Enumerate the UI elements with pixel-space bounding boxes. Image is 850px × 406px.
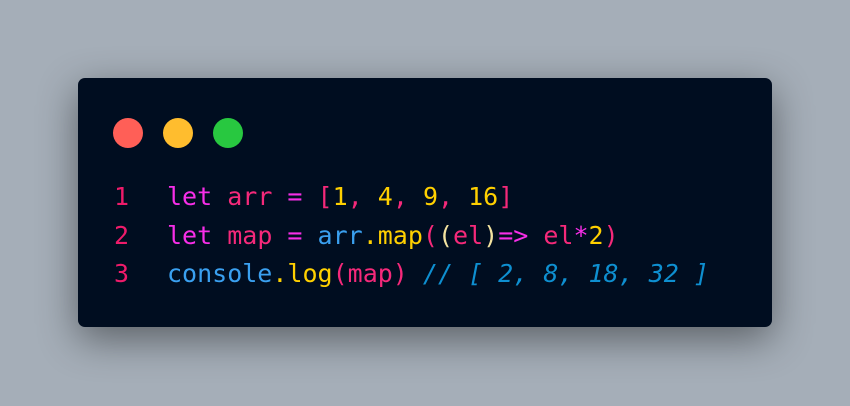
code-token: el (543, 220, 574, 250)
code-token: ( (332, 259, 348, 288)
code-token: ) (392, 259, 408, 288)
code-line: 3 console.log(map) // [ 2, 8, 18, 32 ] (114, 255, 709, 294)
code-token: 16 (468, 182, 499, 211)
line-number: 1 (114, 182, 130, 211)
code-token: = (272, 182, 318, 211)
code-token: ] (498, 182, 514, 211)
line-number: 2 (114, 220, 130, 250)
maximize-window-button[interactable] (213, 118, 243, 148)
code-token: arr (317, 220, 363, 250)
code-token: 2 (588, 220, 604, 250)
code-token: 9 (422, 182, 438, 211)
code-token: => (498, 220, 529, 250)
code-token: let (167, 220, 213, 250)
code-token: el (453, 220, 484, 250)
code-token: * (573, 220, 589, 250)
code-token: , (438, 182, 469, 211)
code-token: , (347, 182, 378, 211)
code-token: ( (422, 220, 438, 250)
code-token: 4 (377, 182, 393, 211)
code-token: ) (603, 220, 619, 250)
code-token: let (167, 182, 213, 211)
code-token: 1 (332, 182, 348, 211)
close-window-button[interactable] (113, 118, 143, 148)
code-token: arr (227, 182, 273, 211)
code-token: log (287, 259, 333, 288)
code-token: . (272, 259, 288, 288)
code-token: = (272, 220, 318, 250)
code-comment: // [ 2, 8, 18, 32 ] (422, 259, 709, 288)
code-token: map (377, 220, 423, 250)
code-token: console (167, 259, 273, 288)
code-token: [ (317, 182, 333, 211)
code-token: map (227, 220, 273, 250)
code-token: ( (437, 220, 454, 250)
code-token: . (362, 220, 378, 250)
minimize-window-button[interactable] (163, 118, 193, 148)
code-window: 1 let arr = [1, 4, 9, 16] 2 let map = arr.m… (78, 78, 772, 327)
code-token: , (392, 182, 423, 211)
code-line: 1 let arr = [1, 4, 9, 16] (114, 178, 709, 217)
line-number: 3 (114, 259, 130, 288)
code-line: 2 let map = arr.map((el)=> el*2) (114, 217, 709, 256)
code-block: 1 let arr = [1, 4, 9, 16] 2 let map = arr.m… (114, 178, 709, 294)
code-token: map (347, 259, 393, 288)
code-token: ) (483, 220, 499, 250)
